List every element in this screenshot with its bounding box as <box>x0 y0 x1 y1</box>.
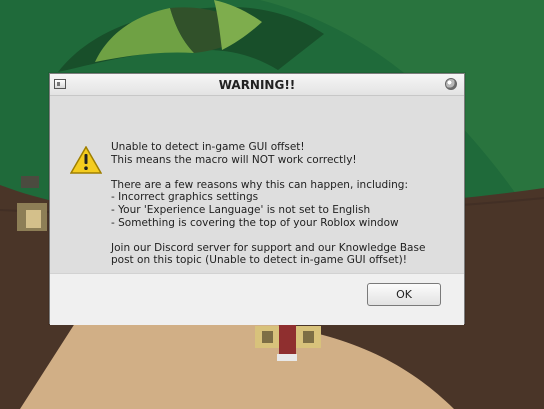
close-button[interactable] <box>445 78 457 90</box>
screen: WARNING!! Unable to detect in-game GUI o… <box>0 0 544 409</box>
left-object-1 <box>21 176 39 188</box>
dialog-title: WARNING!! <box>218 78 296 92</box>
dialog-body: Unable to detect in-game GUI offset! Thi… <box>50 96 464 274</box>
titlebar: WARNING!! <box>50 74 464 96</box>
small-gui-block-left <box>262 331 273 343</box>
character-base <box>277 354 297 361</box>
warning-mark-dot <box>84 166 88 170</box>
small-gui-block-right <box>303 331 314 343</box>
left-object-3 <box>26 210 41 228</box>
ok-button[interactable]: OK <box>367 283 441 306</box>
warning-icon <box>70 146 102 174</box>
warning-dialog: WARNING!! Unable to detect in-game GUI o… <box>49 73 465 325</box>
dialog-footer: OK <box>50 274 464 325</box>
warning-mark-bar <box>84 154 88 164</box>
character-figure <box>279 324 296 358</box>
warning-message: Unable to detect in-game GUI offset! Thi… <box>111 141 426 267</box>
